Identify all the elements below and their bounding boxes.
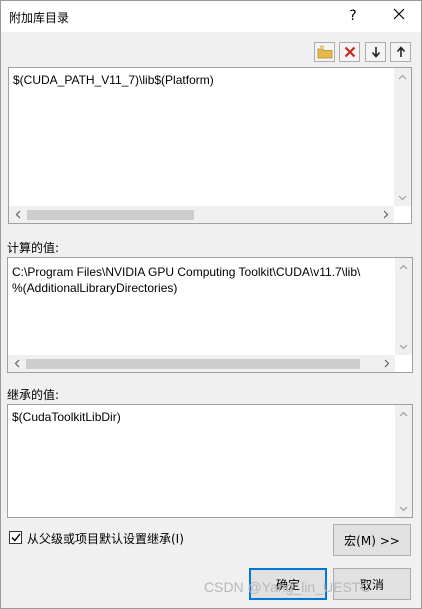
new-line-button[interactable]: [314, 42, 335, 62]
title-bar: 附加库目录 ?: [1, 1, 421, 32]
help-button[interactable]: ?: [341, 5, 365, 27]
scroll-down-arrow-icon[interactable]: [394, 189, 411, 206]
directories-editor[interactable]: $(CUDA_PATH_V11_7)\lib$(Platform): [8, 67, 412, 224]
inherited-values-label: 继承的值:: [7, 388, 60, 402]
editor-horizontal-scrollbar[interactable]: [9, 206, 394, 223]
computed-vertical-scrollbar[interactable]: [395, 258, 412, 355]
additional-library-directories-dialog: 附加库目录 ? $(CUDA_PATH_V11_7)\lib$(Platform…: [0, 0, 422, 609]
editor-line[interactable]: $(CUDA_PATH_V11_7)\lib$(Platform): [13, 72, 214, 88]
scroll-right-arrow-icon[interactable]: [378, 355, 395, 372]
inherited-values-box: $(CudaToolkitLibDir): [7, 404, 413, 518]
computed-horizontal-scrollbar[interactable]: [8, 355, 395, 372]
arrow-down-icon: [371, 47, 380, 58]
editor-scroll-thumb[interactable]: [27, 210, 194, 220]
delete-button[interactable]: [339, 42, 360, 62]
inherited-line: $(CudaToolkitLibDir): [12, 410, 121, 424]
scroll-up-arrow-icon[interactable]: [394, 68, 411, 85]
scroll-up-arrow-icon[interactable]: [395, 258, 412, 275]
scroll-down-arrow-icon[interactable]: [395, 500, 412, 517]
watermark: CSDN @Yang_lin_UESTC: [204, 579, 371, 595]
dialog-title: 附加库目录: [9, 11, 70, 25]
inherit-checkbox[interactable]: [9, 531, 22, 544]
computed-line: C:\Program Files\NVIDIA GPU Computing To…: [12, 265, 361, 279]
scroll-right-arrow-icon[interactable]: [377, 206, 394, 223]
macros-button[interactable]: 宏(M) >>: [333, 524, 411, 556]
close-icon: [393, 8, 405, 20]
scroll-up-arrow-icon[interactable]: [395, 405, 412, 422]
inherit-checkbox-label[interactable]: 从父级或项目默认设置继承(I): [27, 530, 184, 547]
inherited-vertical-scrollbar[interactable]: [395, 405, 412, 517]
scroll-left-arrow-icon[interactable]: [8, 355, 25, 372]
computed-scroll-thumb[interactable]: [26, 359, 360, 369]
computed-values-label: 计算的值:: [7, 241, 60, 255]
new-folder-icon: [317, 45, 332, 59]
scroll-down-arrow-icon[interactable]: [395, 338, 412, 355]
move-up-button[interactable]: [390, 42, 411, 62]
checkmark-icon: [10, 533, 21, 542]
delete-icon: [344, 46, 355, 58]
computed-values-box: C:\Program Files\NVIDIA GPU Computing To…: [7, 257, 413, 373]
arrow-up-icon: [396, 46, 405, 57]
close-button[interactable]: [385, 5, 413, 27]
editor-vertical-scrollbar[interactable]: [394, 68, 411, 206]
move-down-button[interactable]: [365, 42, 386, 62]
scroll-left-arrow-icon[interactable]: [9, 206, 26, 223]
computed-line: %(AdditionalLibraryDirectories): [12, 281, 178, 295]
